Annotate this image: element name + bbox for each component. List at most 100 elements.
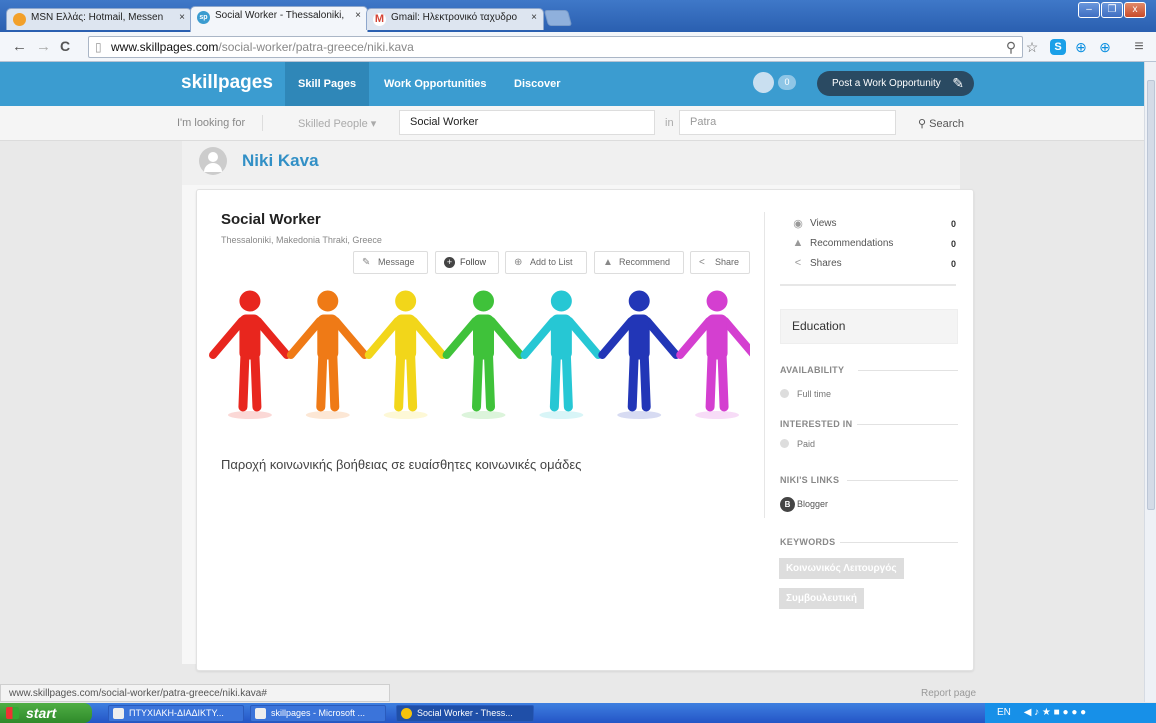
start-label: start: [26, 705, 57, 721]
windows-logo-icon: [6, 707, 19, 719]
nav-discover[interactable]: Discover: [514, 78, 560, 90]
taskbar-item-word-doc[interactable]: ΠΤΥΧΙΑΚΗ-ΔΙΑΔΙΚΤΥ...: [108, 705, 244, 722]
stat-value: 0: [951, 259, 957, 269]
close-window-button[interactable]: x: [1124, 2, 1146, 18]
stats-divider: [780, 284, 956, 286]
person-figure: [209, 290, 291, 419]
interested-dot-icon: [780, 439, 789, 448]
recommend-button[interactable]: ▲ Recommend: [594, 251, 684, 274]
location-input[interactable]: Patra: [679, 110, 896, 135]
language-indicator[interactable]: EN: [997, 707, 1011, 718]
extension-icon[interactable]: ⊕: [1073, 39, 1089, 55]
star-icon[interactable]: ☆: [1024, 39, 1040, 55]
taskbar-item-skillpages-doc[interactable]: skillpages - Microsoft ...: [250, 705, 386, 722]
close-icon[interactable]: ×: [179, 12, 185, 23]
page-icon: ▯: [95, 40, 102, 54]
category-select[interactable]: Skilled People ▾: [298, 117, 376, 130]
post-button-label: Post a Work Opportunity: [832, 78, 941, 89]
divider: [857, 424, 958, 425]
task-label: Social Worker - Thess...: [417, 708, 513, 718]
browser-status-bar: www.skillpages.com/social-worker/patra-g…: [0, 684, 390, 702]
url-path: /social-worker/patra-greece/niki.kava: [218, 40, 414, 54]
recommend-label: Recommend: [619, 257, 671, 267]
nav-work-opportunities[interactable]: Work Opportunities: [384, 78, 486, 90]
stat-label: Shares: [810, 258, 842, 269]
extension-icon[interactable]: ⊕: [1097, 39, 1113, 55]
education-section[interactable]: Education: [780, 309, 958, 344]
zoom-icon[interactable]: ⚲: [1003, 39, 1019, 55]
search-button[interactable]: ⚲ Search: [918, 117, 964, 130]
post-work-opportunity-button[interactable]: Post a Work Opportunity ✎: [817, 71, 974, 96]
browser-titlebar: MSN Ελλάς: Hotmail, Messen × sp Social W…: [0, 0, 1156, 32]
person-figure: [442, 290, 525, 419]
links-heading: NIKI'S LINKS: [780, 475, 840, 485]
user-avatar-icon[interactable]: [753, 72, 774, 93]
keyword-tag[interactable]: Κοινωνικός Λειτουργός: [779, 558, 904, 579]
skype-icon[interactable]: S: [1050, 39, 1066, 55]
browser-toolbar: ← → C ▯ www.skillpages.com/social-worker…: [0, 32, 1156, 62]
follow-button[interactable]: + Follow: [435, 251, 499, 274]
report-page-link[interactable]: Report page: [921, 688, 976, 699]
gmail-icon: M: [373, 13, 386, 26]
profile-name[interactable]: Niki Kava: [242, 151, 319, 171]
forward-arrow-icon[interactable]: →: [36, 38, 51, 55]
search-icon: ⚲: [918, 118, 927, 130]
add-icon: ⊕: [514, 257, 523, 268]
divider: [858, 370, 958, 371]
thumbs-up-icon: ▲: [603, 257, 613, 268]
stat-value: 0: [951, 239, 957, 249]
page-scrollbar[interactable]: [1144, 62, 1156, 702]
plus-icon: +: [444, 257, 455, 268]
person-figure: [286, 290, 369, 419]
keyword-tag[interactable]: Συμβουλευτική: [779, 588, 865, 609]
blogger-link[interactable]: Blogger: [797, 499, 828, 509]
in-label: in: [665, 117, 674, 129]
word-icon: [255, 708, 266, 719]
close-icon[interactable]: ×: [531, 12, 537, 23]
share-icon: <: [794, 257, 802, 269]
message-button-label: Message: [378, 257, 415, 267]
new-tab-button[interactable]: [543, 10, 573, 26]
avatar[interactable]: [199, 147, 227, 175]
keywords-heading: KEYWORDS: [780, 537, 836, 547]
notification-count[interactable]: 0: [778, 75, 796, 90]
tab-social-worker[interactable]: sp Social Worker - Thessaloniki, ×: [190, 6, 368, 32]
people-holding-hands-image: [209, 290, 750, 419]
nav-skill-pages[interactable]: Skill Pages: [285, 62, 370, 106]
scrollbar-thumb[interactable]: [1147, 80, 1155, 510]
tab-label: MSN Ελλάς: Hotmail, Messen: [31, 12, 164, 23]
message-button[interactable]: ✎ Message: [353, 251, 428, 274]
skill-description: Παροχή κοινωνικής βοήθειας σε ευαίσθητες…: [221, 457, 582, 472]
edit-icon: ✎: [952, 75, 964, 91]
tab-label: Social Worker - Thessaloniki,: [215, 10, 345, 21]
availability-dot-icon: [780, 389, 789, 398]
stat-value: 0: [951, 219, 957, 229]
share-icon: <: [699, 257, 705, 268]
skillpages-logo[interactable]: skillpages: [181, 72, 273, 94]
interested-value: Paid: [797, 439, 816, 449]
maximize-button[interactable]: ❐: [1101, 2, 1123, 18]
availability-heading: AVAILABILITY: [780, 365, 845, 375]
close-icon[interactable]: ×: [355, 10, 361, 21]
skill-location: Thessaloniki, Makedonia Thraki, Greece: [221, 235, 382, 245]
start-button[interactable]: start: [0, 703, 92, 723]
site-header: skillpages Skill Pages Work Opportunitie…: [0, 62, 1144, 106]
back-arrow-icon[interactable]: ←: [12, 38, 27, 55]
tab-msn[interactable]: MSN Ελλάς: Hotmail, Messen ×: [6, 8, 192, 30]
taskbar-item-chrome[interactable]: Social Worker - Thess...: [396, 705, 534, 722]
share-button[interactable]: < Share: [690, 251, 750, 274]
category-value: Skilled People: [298, 118, 368, 130]
sidebar-divider: [764, 212, 765, 518]
tray-icons[interactable]: ◀ ♪ ★ ■ ● ● ●: [1024, 707, 1087, 718]
reload-icon[interactable]: C: [60, 38, 70, 54]
address-bar[interactable]: ▯ www.skillpages.com/social-worker/patra…: [88, 36, 1023, 58]
tab-gmail[interactable]: M Gmail: Ηλεκτρονικό ταχυδρο ×: [366, 8, 544, 30]
minimize-button[interactable]: –: [1078, 2, 1100, 18]
add-to-list-button[interactable]: ⊕ Add to List: [505, 251, 587, 274]
search-query-input[interactable]: Social Worker: [399, 110, 655, 135]
url-host: www.skillpages.com: [111, 40, 219, 54]
menu-icon[interactable]: ≡: [1131, 39, 1147, 55]
msn-icon: [13, 13, 26, 26]
word-icon: [113, 708, 124, 719]
follow-button-label: Follow: [460, 257, 487, 267]
